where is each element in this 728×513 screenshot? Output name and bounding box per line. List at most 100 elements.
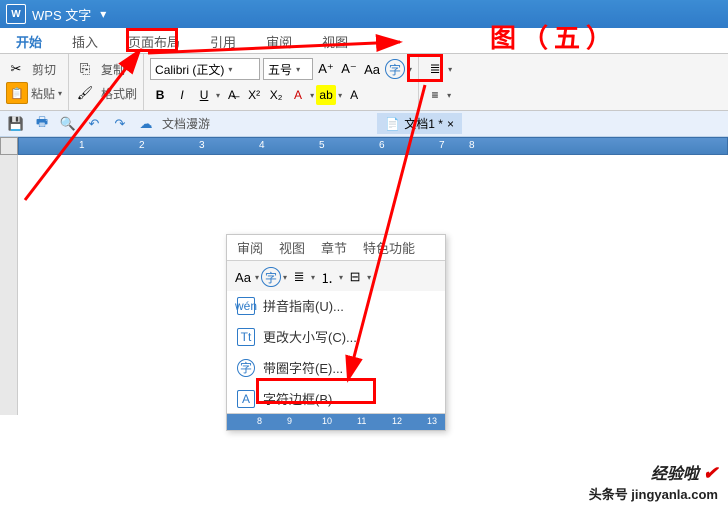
ruler-7: 7	[439, 140, 445, 151]
ptab-chapter[interactable]: 章节	[321, 238, 347, 257]
enclose-char-icon[interactable]: 字	[385, 59, 405, 79]
menu-pinyin-label: 拼音指南(U)...	[263, 296, 344, 315]
underline-dd-icon[interactable]: ▾	[216, 91, 220, 100]
wps-logo-icon: W	[6, 4, 26, 24]
tab-layout[interactable]: 页面布局	[122, 29, 186, 54]
font-name-value: Calibri (正文)	[155, 61, 224, 78]
redo-icon[interactable]: ↷	[110, 114, 130, 134]
align-dd-icon[interactable]: ▾	[447, 91, 451, 100]
paste-dropdown-icon[interactable]: ▾	[58, 89, 62, 98]
scissors-icon[interactable]: ✂	[6, 59, 26, 79]
pinyin-icon: wén	[237, 297, 255, 315]
numbering-icon[interactable]: ⒈	[317, 267, 337, 287]
chevron-down-icon: ▾	[296, 65, 300, 74]
undo-icon[interactable]: ↶	[84, 114, 104, 134]
chevron-down-icon: ▾	[228, 65, 232, 74]
italic-icon[interactable]: I	[172, 85, 192, 105]
subscript-icon[interactable]: X₂	[266, 85, 286, 105]
multilevel-icon[interactable]: ⊟	[345, 267, 365, 287]
menu-enclosed[interactable]: 字 带圈字符(E)...	[227, 353, 445, 382]
fmtpainter-label: 格式刷	[101, 85, 137, 102]
strikethrough-icon[interactable]: A̶	[222, 85, 242, 105]
vertical-ruler[interactable]	[0, 155, 18, 415]
ptab-special[interactable]: 特色功能	[363, 238, 415, 257]
ptab-view[interactable]: 视图	[279, 238, 305, 257]
watermark-line2: 头条号 jingyanla.com	[589, 484, 718, 503]
highlight-icon[interactable]: ab	[316, 85, 336, 105]
cloud-icon[interactable]: ☁	[136, 114, 156, 134]
ptab-review[interactable]: 审阅	[237, 238, 263, 257]
ribbon-tabs: 开始 插入 页面布局 引用 审阅 视图	[0, 28, 728, 54]
ribbon-toolbar: ✂ 剪切 📋 粘贴 ▾ ⎘ 复制 🖌 格式刷 Calibri (正文) ▾ 五号…	[0, 54, 728, 111]
clipboard-group: ✂ 剪切 📋 粘贴 ▾	[0, 54, 69, 110]
title-bar: W WPS 文字 ▾	[0, 0, 728, 28]
tab-reference[interactable]: 引用	[204, 29, 242, 54]
menu-pinyin[interactable]: wén 拼音指南(U)...	[227, 291, 445, 320]
dd-icon[interactable]: ▾	[367, 273, 371, 282]
dd-icon[interactable]: ▾	[283, 273, 287, 282]
close-tab-icon[interactable]: ×	[447, 117, 454, 131]
print-icon[interactable]: 🖶	[32, 114, 52, 134]
superscript-icon[interactable]: X²	[244, 85, 264, 105]
save-icon[interactable]: 💾	[6, 114, 26, 134]
font-size-combo[interactable]: 五号 ▾	[263, 58, 313, 80]
changecase-icon: Tt	[237, 328, 255, 346]
docnav-label[interactable]: 文档漫游	[162, 115, 210, 132]
bold-icon[interactable]: B	[150, 85, 170, 105]
dd-icon[interactable]: ▾	[255, 273, 259, 282]
bullets-icon[interactable]: ≣	[425, 59, 445, 79]
pruler-12: 12	[392, 416, 402, 426]
font-name-combo[interactable]: Calibri (正文) ▾	[150, 58, 260, 80]
title-dropdown-icon[interactable]: ▾	[97, 8, 109, 20]
underline-icon[interactable]: U	[194, 85, 214, 105]
tab-start[interactable]: 开始	[10, 29, 48, 54]
highlight-dd-icon[interactable]: ▾	[338, 91, 342, 100]
paste-label: 粘贴	[31, 85, 55, 102]
dd-icon[interactable]: ▾	[339, 273, 343, 282]
enclose-dropdown-icon[interactable]: ▾	[408, 65, 412, 74]
change-case-icon[interactable]: Aa	[362, 59, 382, 79]
tab-insert[interactable]: 插入	[66, 29, 104, 54]
ruler-8: 8	[469, 140, 475, 151]
tab-view[interactable]: 视图	[316, 29, 354, 54]
copy-icon[interactable]: ⎘	[75, 59, 95, 79]
copy-label: 复制	[101, 61, 125, 78]
preview-icon[interactable]: 🔍	[58, 114, 78, 134]
menu-changecase[interactable]: Tt 更改大小写(C)...	[227, 322, 445, 351]
font-color-icon[interactable]: A	[288, 85, 308, 105]
pruler-11: 11	[357, 416, 366, 426]
popup-tabs: 审阅 视图 章节 特色功能	[227, 235, 445, 261]
paragraph-group: ≣ ▾ ≡ ▾	[419, 54, 458, 110]
dd-icon[interactable]: ▾	[311, 273, 315, 282]
ruler-corner	[0, 137, 18, 155]
watermark: 经验啦✔ 头条号 jingyanla.com	[589, 460, 718, 503]
document-tab[interactable]: 📄 文档1 * ×	[377, 113, 462, 134]
bullets-dd-icon[interactable]: ▾	[448, 65, 452, 74]
menu-border[interactable]: A 字符边框(B)	[227, 384, 445, 413]
menu-border-label: 字符边框(B)	[263, 389, 332, 408]
paste-icon[interactable]: 📋	[6, 82, 28, 104]
annotation-caption: 图（五）	[490, 18, 618, 55]
fontcolor-dd-icon[interactable]: ▾	[310, 91, 314, 100]
font-size-value: 五号	[268, 61, 292, 78]
char-shading-icon[interactable]: A	[344, 85, 364, 105]
bullets-icon[interactable]: ≣	[289, 267, 309, 287]
shrink-font-icon[interactable]: A⁻	[339, 59, 359, 79]
align-left-icon[interactable]: ≡	[425, 85, 445, 105]
format-painter-icon[interactable]: 🖌	[75, 83, 95, 103]
enclose-char-icon[interactable]: 字	[261, 267, 281, 287]
cut-label: 剪切	[32, 61, 56, 78]
doc-tab-label: 文档1 *	[404, 115, 443, 132]
app-title: WPS 文字	[32, 5, 91, 24]
check-icon: ✔	[703, 463, 718, 483]
ruler-6: 6	[379, 140, 385, 151]
tab-review[interactable]: 审阅	[260, 29, 298, 54]
ruler-1: 1	[79, 140, 85, 151]
horizontal-ruler[interactable]: 1 2 3 4 5 6 7 8	[18, 137, 728, 155]
change-case-icon[interactable]: Aa	[233, 267, 253, 287]
ruler-2: 2	[139, 140, 145, 151]
menu-enclosed-label: 带圈字符(E)...	[263, 358, 343, 377]
grow-font-icon[interactable]: A⁺	[316, 59, 336, 79]
ruler-3: 3	[199, 140, 205, 151]
pruler-8: 8	[257, 416, 262, 426]
